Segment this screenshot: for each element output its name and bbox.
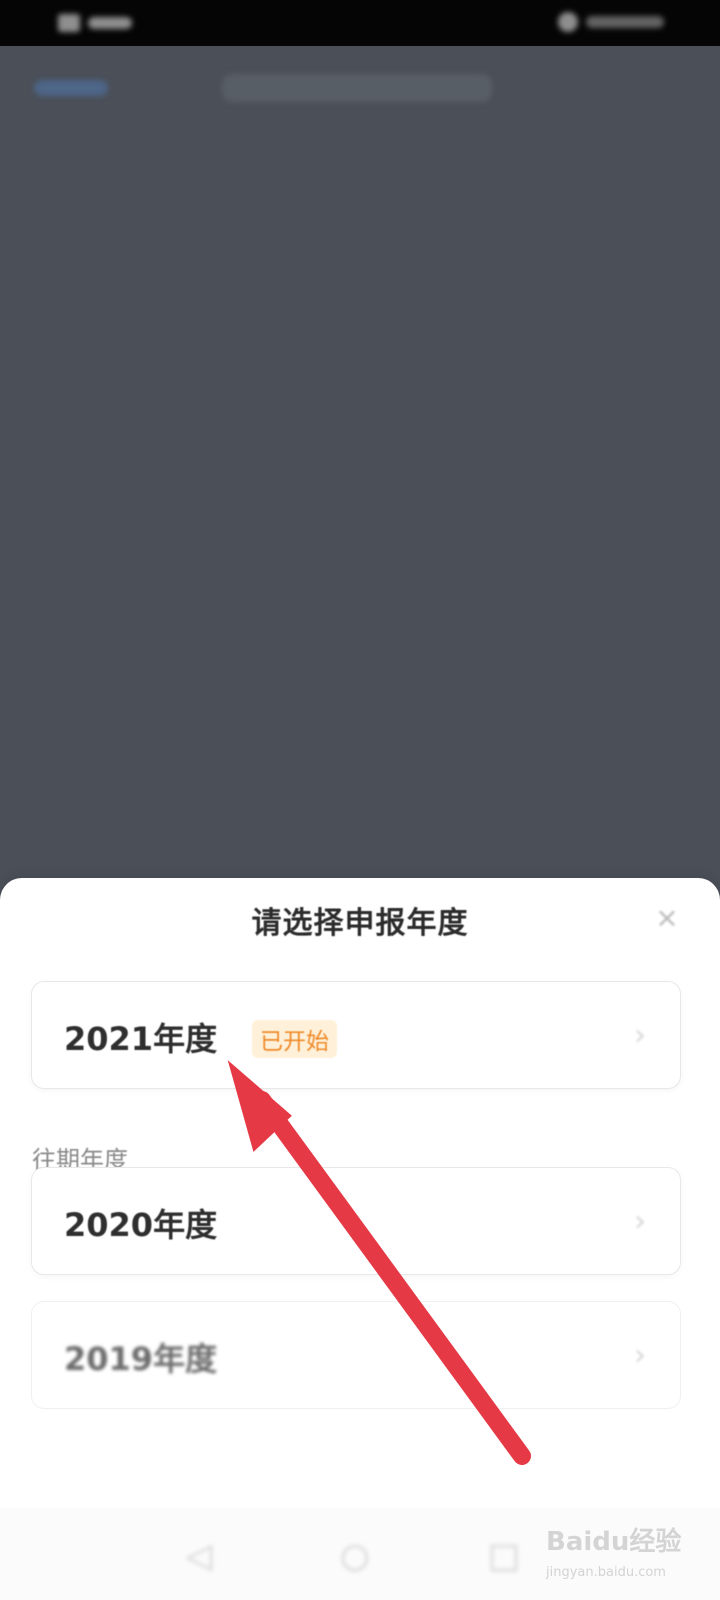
year-label: 2020年度 [64, 1206, 218, 1244]
chevron-right-icon: › [634, 1204, 646, 1239]
network-icon [88, 17, 132, 29]
year-option-2019[interactable]: 2019年度 › [32, 1302, 680, 1408]
chevron-right-icon: › [634, 1338, 646, 1373]
alarm-icon [558, 12, 578, 32]
background-back-link [34, 80, 108, 96]
close-icon[interactable]: × [654, 901, 680, 934]
sheet-title: 请选择申报年度 [251, 906, 469, 941]
battery-icon [586, 16, 664, 28]
status-badge: 已开始 [252, 1020, 337, 1058]
watermark-url: jingyan.baidu.com [546, 1565, 666, 1580]
baidu-watermark: Baidu经验 [546, 1527, 682, 1557]
nav-back-icon[interactable]: ◁ [186, 1536, 212, 1576]
year-label: 2021年度 [64, 1020, 218, 1058]
status-left-icons [58, 12, 188, 34]
chevron-right-icon: › [634, 1018, 646, 1053]
year-label: 2019年度 [64, 1340, 218, 1378]
background-header [0, 46, 720, 126]
year-select-sheet: 请选择申报年度 × 2021年度 已开始 › 往期年度 2020年度 › 201… [0, 878, 720, 1600]
background-page-title [222, 74, 492, 102]
nav-home-icon[interactable]: ○ [340, 1536, 370, 1576]
year-option-current[interactable]: 2021年度 已开始 › [32, 982, 680, 1088]
status-bar [0, 0, 720, 46]
status-right-icons [558, 12, 664, 32]
year-option-2020[interactable]: 2020年度 › [32, 1168, 680, 1274]
nav-recent-icon[interactable]: □ [488, 1536, 520, 1576]
signal-icon [58, 14, 80, 32]
